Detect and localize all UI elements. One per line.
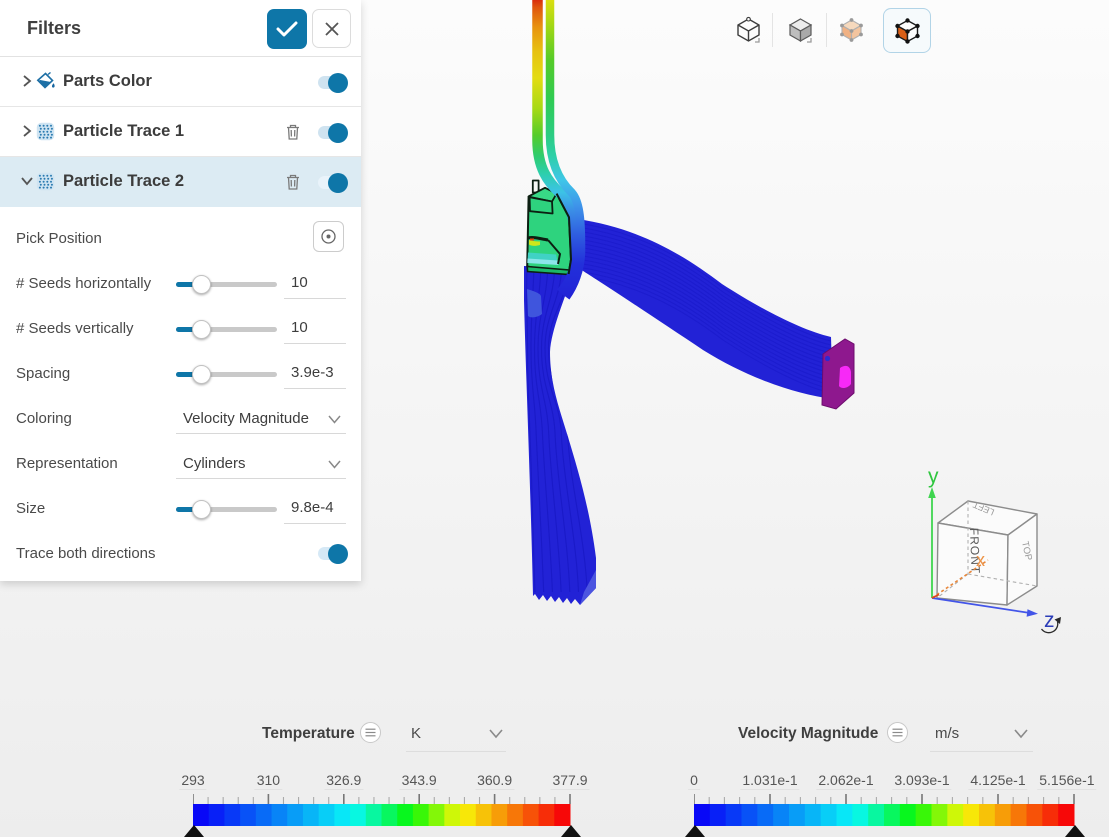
svg-text:z: z: [1044, 609, 1055, 632]
svg-text:y: y: [928, 465, 939, 488]
svg-text:x: x: [976, 550, 985, 570]
